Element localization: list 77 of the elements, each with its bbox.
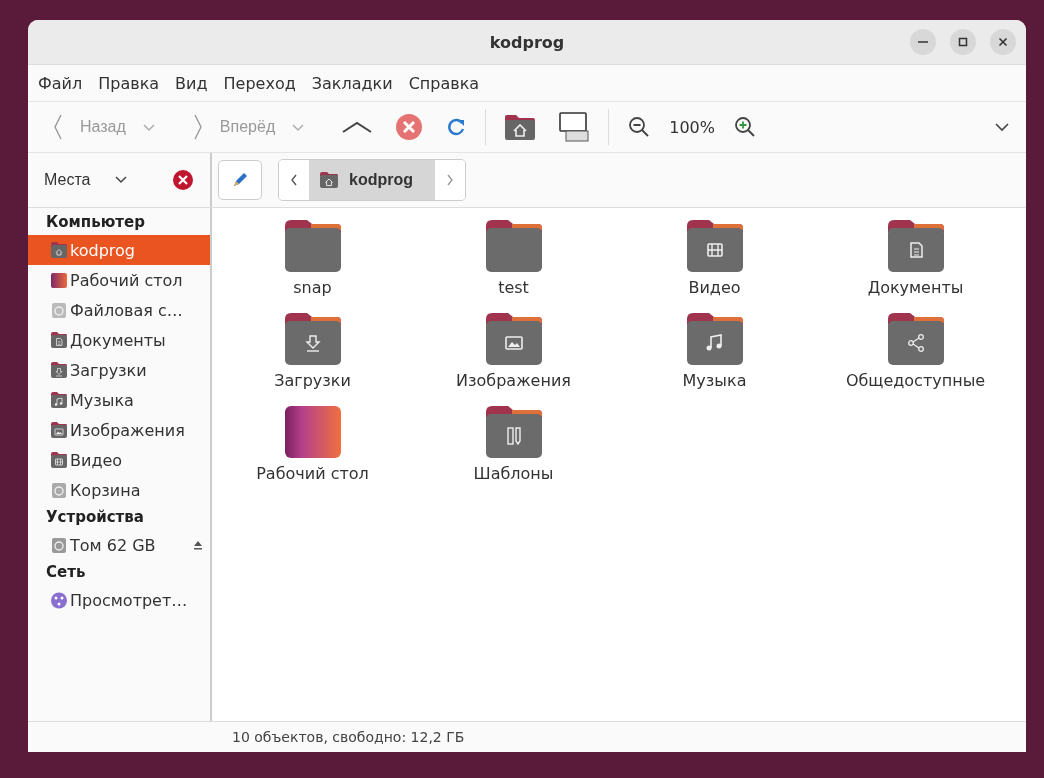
picture-folder-icon	[483, 311, 544, 367]
zoom-level: 100%	[668, 117, 716, 137]
menu-item[interactable]: Правка	[92, 73, 170, 93]
eject-icon[interactable]	[192, 539, 204, 551]
home-folder-icon	[50, 241, 68, 259]
home-folder-icon	[319, 171, 339, 189]
music-folder-icon	[684, 311, 745, 367]
caret-icon	[114, 175, 129, 185]
chevron-right-icon	[446, 173, 454, 187]
network-icon	[50, 591, 68, 609]
folder-item[interactable]: test	[413, 218, 614, 297]
desktop-folder-icon	[50, 271, 68, 289]
edit-location-button[interactable]	[218, 160, 262, 200]
places-dropdown[interactable]: Места	[38, 167, 135, 193]
minimize-button[interactable]	[910, 29, 936, 55]
home-folder-icon	[504, 113, 537, 141]
computer-icon	[558, 111, 591, 143]
caret-icon	[994, 122, 1010, 132]
video-folder-icon	[684, 218, 745, 274]
folder-item[interactable]: Рабочий стол	[212, 404, 413, 483]
close-sidebar-icon[interactable]	[172, 169, 194, 191]
path-button[interactable]: kodprog	[309, 160, 435, 200]
menu-item[interactable]: Переход	[217, 73, 306, 93]
sidebar-item[interactable]: kodprog	[28, 235, 210, 265]
chevron-right-icon	[191, 113, 204, 141]
share-folder-icon	[885, 311, 946, 367]
folder-item[interactable]: Шаблоны	[413, 404, 614, 483]
sidebar-item[interactable]: Изображения	[28, 415, 210, 445]
status-text: 10 объектов, свободно: 12,2 ГБ	[232, 729, 465, 745]
folder-icon	[483, 218, 544, 274]
picture-folder-icon	[50, 421, 68, 439]
download-folder-icon	[50, 361, 68, 379]
sidebar-item[interactable]: Рабочий стол	[28, 265, 210, 295]
window-title: kodprog	[489, 32, 565, 52]
maximize-button[interactable]	[950, 29, 976, 55]
chevron-up-icon	[341, 119, 374, 135]
video-folder-icon	[50, 451, 68, 469]
folder-item[interactable]: Изображения	[413, 311, 614, 390]
template-folder-icon	[483, 404, 544, 460]
sidebar-heading: Устройства	[45, 507, 145, 528]
menu-item[interactable]: Файл	[32, 73, 93, 93]
folder-item[interactable]: Загрузки	[212, 311, 413, 390]
document-folder-icon	[50, 331, 68, 349]
chevron-left-icon	[52, 113, 64, 141]
sidebar-item[interactable]: Видео	[28, 445, 210, 475]
sidebar-item[interactable]: Файловая с…	[28, 295, 210, 325]
chevron-left-icon	[290, 173, 298, 187]
caret-icon	[141, 122, 156, 132]
folder-icon	[282, 218, 343, 274]
sidebar-item[interactable]: Просмотрет…	[28, 585, 210, 615]
folder-item[interactable]: snap	[212, 218, 413, 297]
zoom-in-icon	[732, 115, 757, 139]
desktop-folder-icon	[282, 404, 343, 460]
sidebar-item[interactable]: Документы	[28, 325, 210, 355]
sidebar-item[interactable]: Корзина	[28, 475, 210, 505]
minimize-icon	[918, 41, 928, 43]
menu-item[interactable]: Справка	[402, 73, 490, 93]
folder-item[interactable]: Музыка	[614, 311, 815, 390]
sidebar-item[interactable]: Музыка	[28, 385, 210, 415]
folder-item[interactable]: Документы	[815, 218, 1016, 297]
stop-icon	[395, 113, 424, 141]
maximize-icon	[957, 36, 969, 48]
close-icon	[997, 36, 1009, 48]
sidebar-item[interactable]: Том 62 GB	[28, 530, 210, 560]
sidebar-heading: Компьютер	[45, 212, 146, 233]
sidebar-item[interactable]: Загрузки	[28, 355, 210, 385]
folder-item[interactable]: Общедоступные	[815, 311, 1016, 390]
caret-icon	[291, 122, 306, 132]
close-button[interactable]	[990, 29, 1016, 55]
sidebar-heading: Сеть	[45, 562, 87, 583]
menu-item[interactable]: Вид	[169, 73, 218, 93]
document-folder-icon	[885, 218, 946, 274]
drive-icon	[50, 536, 68, 554]
folder-item[interactable]: Видео	[614, 218, 815, 297]
download-folder-icon	[282, 311, 343, 367]
menu-item[interactable]: Закладки	[305, 73, 403, 93]
music-folder-icon	[50, 391, 68, 409]
